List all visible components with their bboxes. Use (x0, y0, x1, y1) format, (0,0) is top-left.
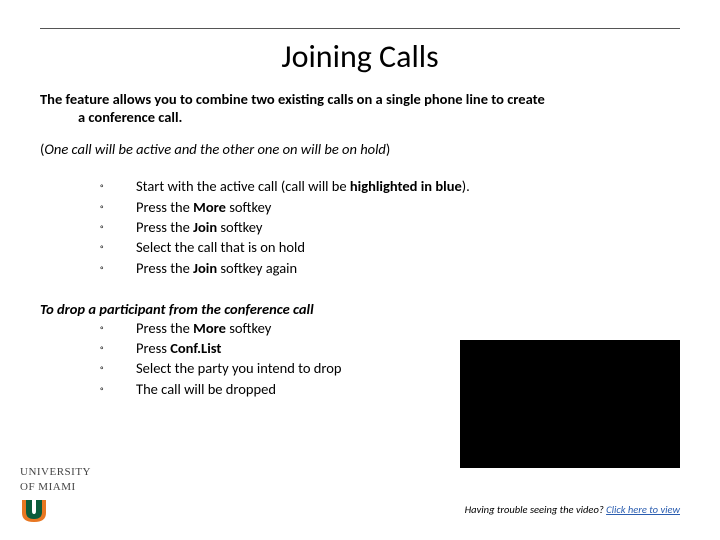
list-item: Press Conf.List (100, 338, 420, 358)
join-steps: Start with the active call (call will be… (40, 176, 680, 277)
list-item: Press the More softkey (100, 197, 680, 217)
list-item: Select the party you intend to drop (100, 358, 420, 378)
intro-line1: The feature allows you to combine two ex… (40, 90, 545, 108)
intro-text: The feature allows you to combine two ex… (40, 90, 680, 126)
click-here-link[interactable]: Click here to view (606, 503, 680, 516)
trouble-caption: Having trouble seeing the video? Click h… (465, 503, 680, 516)
list-item: Start with the active call (call will be… (100, 176, 680, 196)
list-item: Select the call that is on hold (100, 237, 680, 257)
logo-text-1: UNIVERSITY (20, 467, 91, 479)
video-placeholder[interactable] (460, 340, 680, 468)
u-logo-icon (20, 500, 48, 522)
list-item: Press the More softkey (100, 318, 420, 338)
intro-line2: a conference call. (40, 108, 680, 126)
list-item: The call will be dropped (100, 379, 420, 399)
list-item: Press the Join softkey again (100, 258, 680, 278)
university-logo: UNIVERSITY OF MIAMI (20, 467, 91, 522)
list-item: Press the Join softkey (100, 217, 680, 237)
logo-text-2: OF MIAMI (20, 482, 91, 494)
note-text: (One call will be active and the other o… (40, 140, 680, 158)
drop-heading: To drop a participant from the conferenc… (40, 300, 680, 318)
drop-steps: Press the More softkey Press Conf.List S… (40, 318, 420, 399)
page-title: Joining Calls (40, 37, 680, 76)
